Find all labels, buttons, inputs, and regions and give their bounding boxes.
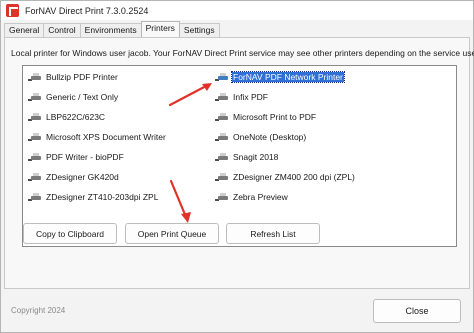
printer-label: Zebra Preview: [233, 192, 288, 202]
tab-control[interactable]: Control: [43, 23, 81, 37]
printer-label: ZDesigner GK420d: [46, 172, 119, 182]
printer-icon: [215, 193, 228, 201]
printer-label: Microsoft Print to PDF: [233, 112, 317, 122]
open-print-queue-button[interactable]: Open Print Queue: [125, 223, 219, 244]
refresh-list-button[interactable]: Refresh List: [226, 223, 320, 244]
list-item[interactable]: Zebra Preview: [215, 191, 289, 203]
tab-settings[interactable]: Settings: [178, 23, 220, 37]
printer-icon: [215, 93, 228, 101]
printer-icon: [28, 73, 41, 81]
printer-icon: [28, 153, 41, 161]
printer-label: PDF Writer - bioPDF: [46, 152, 124, 162]
printer-icon: [28, 113, 41, 121]
list-item[interactable]: Microsoft XPS Document Writer: [28, 131, 167, 143]
printer-label: Snagit 2018: [233, 152, 279, 162]
window-title: ForNAV Direct Print 7.3.0.2524: [25, 5, 149, 16]
list-item[interactable]: OneNote (Desktop): [215, 131, 307, 143]
list-item[interactable]: Snagit 2018: [215, 151, 279, 163]
list-item[interactable]: Microsoft Print to PDF: [215, 111, 317, 123]
list-item[interactable]: Generic / Text Only: [28, 91, 119, 103]
printer-info-text: Local printer for Windows user jacob. Yo…: [11, 48, 474, 58]
app-window: ForNAV Direct Print 7.3.0.2524 General C…: [0, 0, 474, 333]
list-item-selected[interactable]: ForNAV PDF Network Printer: [215, 71, 345, 83]
printer-icon: [215, 153, 228, 161]
printer-icon: [28, 193, 41, 201]
list-item[interactable]: LBP622C/623C: [28, 111, 106, 123]
copyright-text: Copyright 2024: [11, 306, 66, 315]
close-button[interactable]: Close: [373, 299, 461, 323]
printer-icon: [28, 173, 41, 181]
printer-label: LBP622C/623C: [46, 112, 106, 122]
list-item[interactable]: ZDesigner ZT410-203dpi ZPL: [28, 191, 159, 203]
printer-label: Generic / Text Only: [46, 92, 119, 102]
copy-to-clipboard-button[interactable]: Copy to Clipboard: [23, 223, 117, 244]
footer: Copyright 2024 Close: [1, 292, 473, 332]
printer-label: Infix PDF: [233, 92, 268, 102]
app-logo-icon: [6, 4, 19, 17]
title-bar: ForNAV Direct Print 7.3.0.2524: [1, 1, 473, 20]
printers-tab-panel: Local printer for Windows user jacob. Yo…: [4, 37, 474, 289]
tab-general[interactable]: General: [4, 23, 45, 37]
printer-icon: [215, 113, 228, 121]
network-printer-icon: [215, 73, 228, 81]
list-item[interactable]: Infix PDF: [215, 91, 269, 103]
printer-label: Microsoft XPS Document Writer: [46, 132, 166, 142]
printer-list[interactable]: Bullzip PDF Printer Generic / Text Only …: [22, 65, 457, 247]
printer-label: OneNote (Desktop): [233, 132, 307, 142]
printer-label: ForNAV PDF Network Printer: [231, 71, 345, 83]
list-item[interactable]: PDF Writer - bioPDF: [28, 151, 125, 163]
tab-environments[interactable]: Environments: [79, 23, 142, 37]
list-item[interactable]: ZDesigner GK420d: [28, 171, 120, 183]
printer-label: ZDesigner ZM400 200 dpi (ZPL): [233, 172, 355, 182]
printer-icon: [215, 173, 228, 181]
list-item[interactable]: Bullzip PDF Printer: [28, 71, 119, 83]
printer-label: Bullzip PDF Printer: [46, 72, 118, 82]
tab-strip: General Control Environments Printers Se…: [4, 21, 220, 37]
printer-icon: [28, 93, 41, 101]
printer-label: ZDesigner ZT410-203dpi ZPL: [46, 192, 159, 202]
printer-icon: [215, 133, 228, 141]
tab-printers[interactable]: Printers: [140, 21, 180, 37]
list-item[interactable]: ZDesigner ZM400 200 dpi (ZPL): [215, 171, 356, 183]
printer-icon: [28, 133, 41, 141]
